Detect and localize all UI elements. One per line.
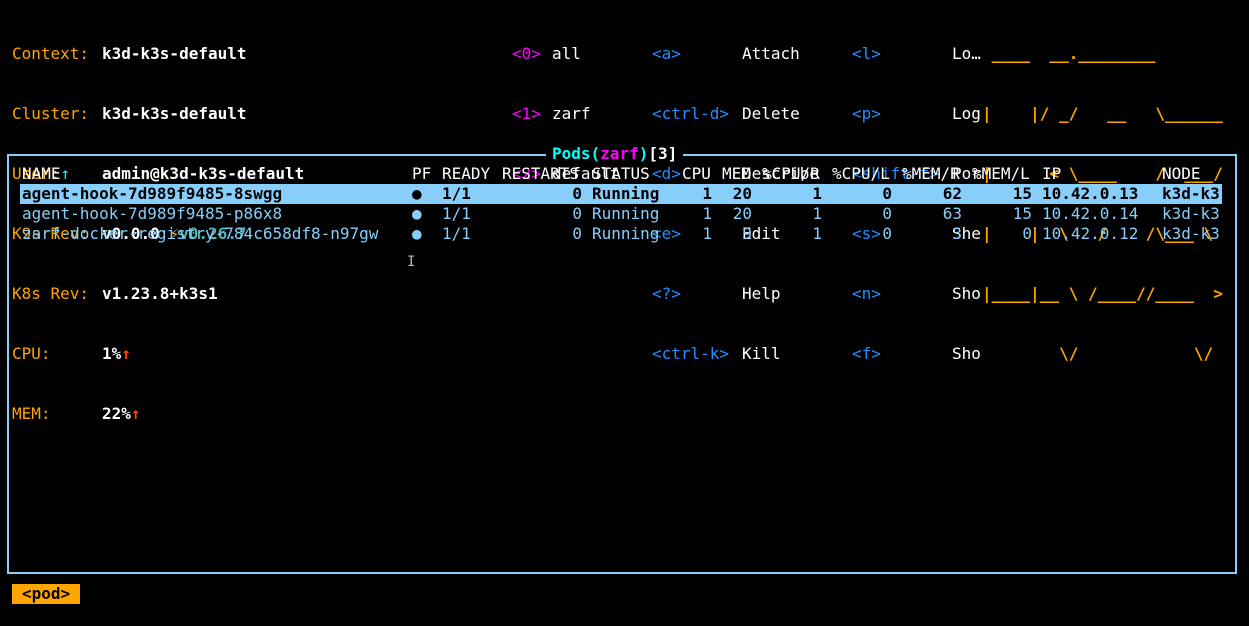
pod-status: Running xyxy=(592,184,660,203)
pod-cpu-r: 1 xyxy=(812,184,822,203)
pod-cpu: 1 xyxy=(702,224,712,243)
cluster-label: Cluster: xyxy=(12,104,90,123)
action-logs[interactable]: Lo… xyxy=(952,44,981,64)
pod-name[interactable]: zarf-docker-registry-784c658df8-n97gw xyxy=(22,224,378,244)
pod-ready: 1/1 xyxy=(442,204,471,223)
pod-restarts: 0 xyxy=(572,224,582,243)
pod-mem-l: 15 xyxy=(1012,204,1032,223)
hotkey-key[interactable]: <p> xyxy=(852,104,939,124)
col-header-cpu-r[interactable]: %CPU/R xyxy=(762,164,820,184)
text-cursor-icon: I xyxy=(407,254,416,270)
col-header-mem[interactable]: MEM xyxy=(722,164,751,184)
col-header-cpu-l[interactable]: %CPU/L xyxy=(832,164,890,184)
logo-line: | |/ _/ __ \______ xyxy=(982,104,1223,123)
pod-cpu-r: 1 xyxy=(812,204,822,223)
pod-cpu-l: 0 xyxy=(882,224,892,243)
pod-ready: 1/1 xyxy=(442,184,471,203)
pod-node: k3d-k3 xyxy=(1162,204,1220,223)
hotkey-key[interactable]: <a> xyxy=(652,44,729,64)
col-header-cpu[interactable]: CPU xyxy=(682,164,711,184)
namespace-zarf[interactable]: zarf xyxy=(552,104,619,124)
hotkey-key[interactable]: <ctrl-d> xyxy=(652,104,729,124)
pod-mem-r: 3 xyxy=(952,224,962,243)
pod-ip: 10.42.0.13 xyxy=(1042,184,1139,203)
pod-cpu-l: 0 xyxy=(882,184,892,203)
pod-mem: 20 xyxy=(732,204,752,223)
col-header-mem-r[interactable]: %MEM/R xyxy=(902,164,960,184)
namespace-all[interactable]: all xyxy=(552,44,619,64)
port-forward-indicator: ● xyxy=(412,184,422,203)
table-title: Pods(zarf)[3] xyxy=(546,144,684,164)
pod-restarts: 0 xyxy=(572,184,582,203)
col-header-restarts[interactable]: RESTARTS xyxy=(502,164,579,184)
action-delete[interactable]: Delete xyxy=(742,104,819,124)
context-label: Context: xyxy=(12,44,90,63)
port-forward-indicator: ● xyxy=(412,204,422,223)
pod-ready: 1/1 xyxy=(442,224,471,243)
pod-mem-r: 62 xyxy=(942,184,962,203)
pod-node: k3d-k3 xyxy=(1162,224,1220,243)
col-header-status[interactable]: STATUS xyxy=(592,164,650,184)
pod-node: k3d-k3 xyxy=(1162,184,1220,203)
col-header-ip[interactable]: IP xyxy=(1042,164,1061,184)
pod-mem-r: 63 xyxy=(942,204,962,223)
pod-cpu-r: 1 xyxy=(812,224,822,243)
resource-namespace: zarf xyxy=(600,144,639,163)
action-logs-previous[interactable]: Log xyxy=(952,104,981,124)
pod-cpu: 1 xyxy=(702,204,712,223)
col-header-ready[interactable]: READY xyxy=(442,164,490,184)
col-header-pf[interactable]: PF xyxy=(412,164,431,184)
action-attach[interactable]: Attach xyxy=(742,44,819,64)
breadcrumb-pod[interactable]: <pod> xyxy=(12,584,81,604)
pod-ip: 10.42.0.14 xyxy=(1042,204,1139,223)
col-header-name[interactable]: NAME↑ xyxy=(22,164,70,184)
pod-mem: 9 xyxy=(742,224,752,243)
namespace-key[interactable]: <1> xyxy=(512,104,541,124)
pod-cpu-l: 0 xyxy=(882,204,892,223)
namespace-key[interactable]: <0> xyxy=(512,44,541,64)
pod-mem-l: 0 xyxy=(1022,224,1032,243)
pod-status: Running xyxy=(592,224,660,243)
logo-line: ____ __.________ xyxy=(982,44,1156,63)
pod-name[interactable]: agent-hook-7d989f9485-8swgg xyxy=(22,184,282,204)
pod-mem: 20 xyxy=(732,184,752,203)
pod-cpu: 1 xyxy=(702,184,712,203)
port-forward-indicator: ● xyxy=(412,224,422,243)
cluster-value: k3d-k3s-default xyxy=(102,104,247,123)
hotkey-key[interactable]: <l> xyxy=(852,44,939,64)
pod-name[interactable]: agent-hook-7d989f9485-p86x8 xyxy=(22,204,282,224)
sort-asc-icon: ↑ xyxy=(60,164,71,183)
context-value: k3d-k3s-default xyxy=(102,44,247,63)
col-header-mem-l[interactable]: %MEM/L xyxy=(972,164,1030,184)
pod-mem-l: 15 xyxy=(1012,184,1032,203)
pod-restarts: 0 xyxy=(572,204,582,223)
resource-count: 3 xyxy=(657,144,668,163)
col-header-node[interactable]: NODE xyxy=(1162,164,1201,184)
pod-status: Running xyxy=(592,204,660,223)
resource-name: Pods xyxy=(552,144,591,163)
pod-ip: 10.42.0.12 xyxy=(1042,224,1139,243)
